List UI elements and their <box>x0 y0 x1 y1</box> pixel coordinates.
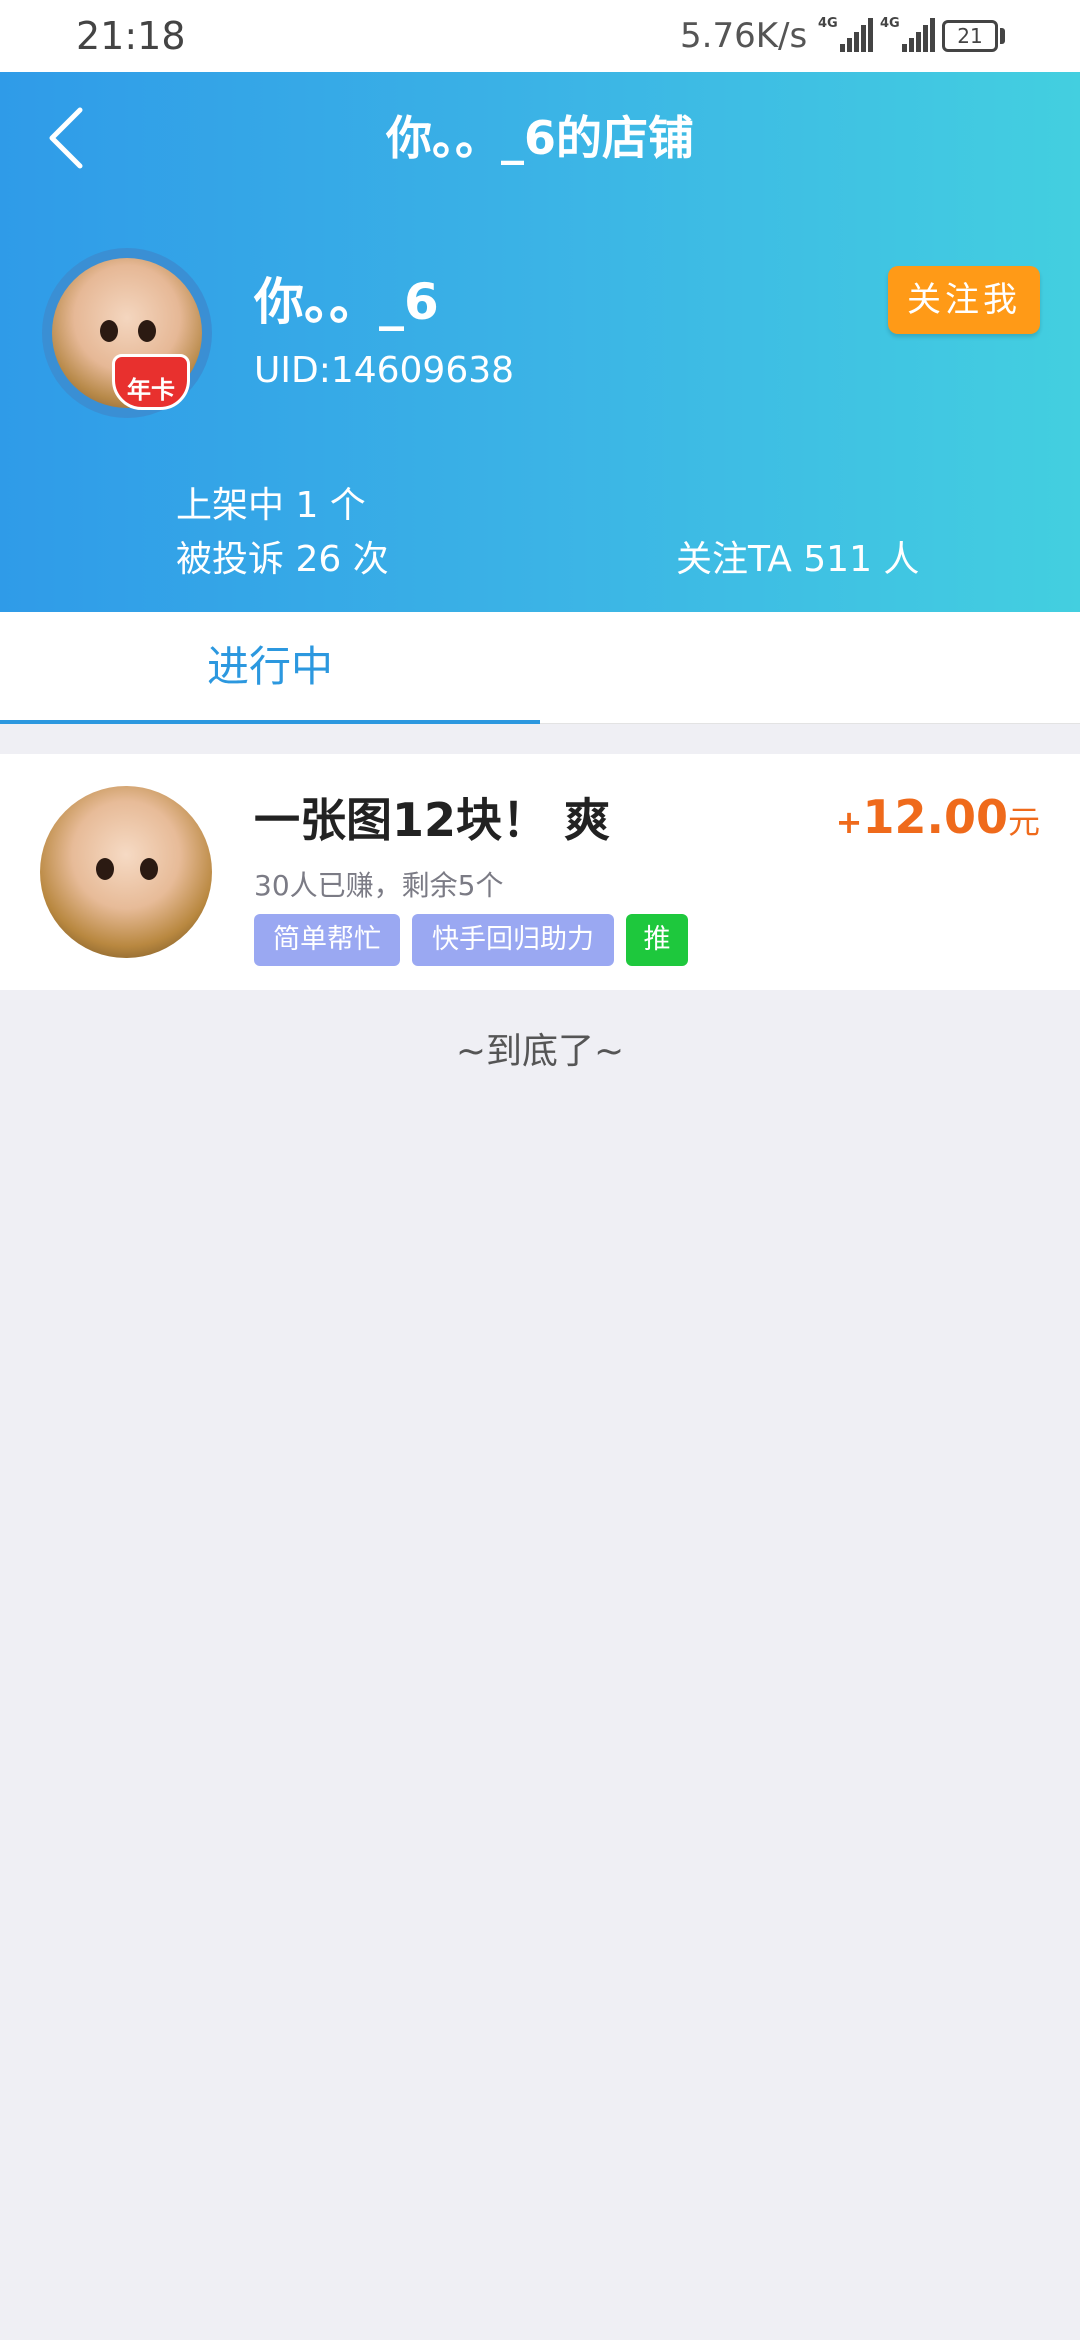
tab-bar: 进行中 <box>0 612 1080 724</box>
network-speed: 5.76K/s <box>680 16 808 56</box>
follow-button[interactable]: 关注我 <box>888 266 1040 334</box>
task-avatar <box>40 786 212 958</box>
battery-icon: 21 <box>942 20 998 52</box>
list-end-text: ~到底了~ <box>455 1031 625 1072</box>
shop-uid: UID:14609638 <box>254 350 515 391</box>
shop-header: 你。。_6的店铺 年卡 你。。_6 UID:14609638 关注我 上架中 1… <box>0 72 1080 612</box>
task-tag: 简单帮忙 <box>254 914 400 966</box>
tab-indicator <box>0 720 540 724</box>
avatar-eye <box>96 858 114 880</box>
avatar-eye <box>138 320 156 342</box>
page-title: 你。。_6的店铺 <box>385 111 694 165</box>
signal-4g-icon: 4G <box>818 16 873 52</box>
listed-count: 上架中 1 个 <box>176 485 366 526</box>
task-title: 一张图12块！ 爽 <box>254 793 611 847</box>
avatar-eye <box>100 320 118 342</box>
task-price: +12.00元 <box>836 790 1040 844</box>
recommend-tag: 推 <box>626 914 688 966</box>
shop-name: 你。。_6 <box>254 273 439 331</box>
list-item[interactable]: 一张图12块！ 爽 30人已赚，剩余5个 +12.00元 简单帮忙 快手回归助力… <box>0 754 1080 990</box>
status-time: 21:18 <box>76 14 186 58</box>
annual-card-badge: 年卡 <box>112 354 190 414</box>
task-tag: 快手回归助力 <box>412 914 614 966</box>
complaint-count: 被投诉 26 次 <box>176 539 389 580</box>
signal-label: 4G <box>818 16 838 31</box>
badge-text: 年卡 <box>127 376 175 404</box>
signal-label: 4G <box>880 16 900 31</box>
signal-4g-icon: 4G <box>880 16 935 52</box>
battery-tip <box>1000 28 1005 44</box>
avatar-eye <box>140 858 158 880</box>
task-subtitle: 30人已赚，剩余5个 <box>254 869 504 902</box>
status-bar: 21:18 5.76K/s 4G 4G 21 <box>0 0 1080 72</box>
follower-count: 关注TA 511 人 <box>676 539 920 580</box>
price-amount: 12.00 <box>862 790 1008 844</box>
price-unit: 元 <box>1007 803 1040 841</box>
price-prefix: + <box>835 803 863 841</box>
tab-in-progress[interactable]: 进行中 <box>0 612 540 724</box>
